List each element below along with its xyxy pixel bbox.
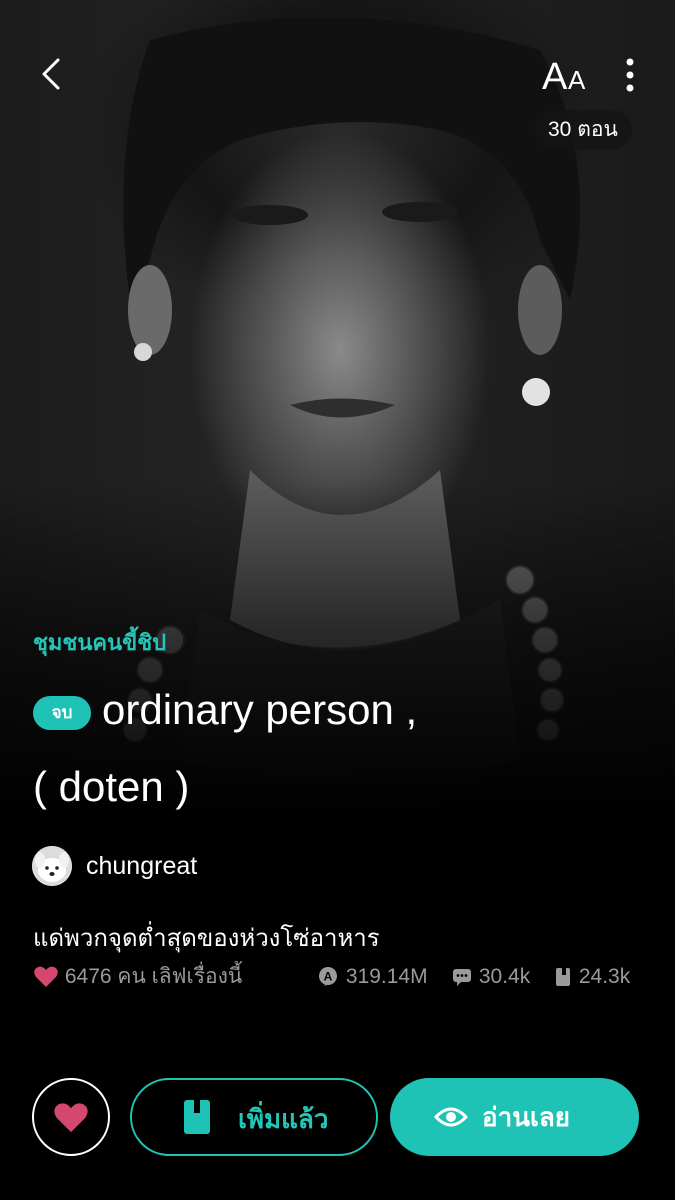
read-button-label: อ่านเลย [482,1102,571,1132]
views-stat: A 319.14M [316,962,428,992]
loves-stat: 6476 คน เลิฟเรื่องนี้ [33,962,242,992]
more-vertical-icon[interactable] [614,50,646,98]
top-bar: A A [0,44,675,104]
views-count: 319.14M [345,965,428,988]
love-button[interactable] [32,1078,110,1156]
category-link[interactable]: ชุมชนคนขี้ชิป [33,625,166,660]
svg-text:A: A [324,970,333,984]
heart-icon [34,967,58,988]
author-name[interactable]: chungreat [86,852,197,881]
story-tagline: แด่พวกจุดต่ำสุดของห่วงโซ่อาหาร [33,925,380,952]
views-icon: A [319,967,337,987]
chevron-left-icon[interactable] [36,50,72,98]
bookmarks-stat: 24.3k [553,962,630,992]
added-to-library-button[interactable]: เพิ่มแล้ว [130,1078,378,1156]
eye-icon [434,1107,468,1127]
bookmarks-count: 24.3k [578,965,631,988]
comments-stat: 30.4k [451,962,530,992]
comment-icon [453,969,471,987]
comments-count: 30.4k [478,965,531,988]
dog-avatar-icon [32,846,72,886]
heart-icon [54,1103,88,1133]
status-badge: จบ [33,696,91,730]
svg-text:A: A [568,65,586,95]
stats-row: 6476 คน เลิฟเรื่องนี้ A 319.14M 30.4k 24… [33,962,643,992]
story-title-line-2: ( doten ) [33,763,190,810]
bookmark-book-icon [184,1100,210,1134]
font-size-icon[interactable]: A A [540,52,596,96]
read-now-button[interactable]: อ่านเลย [390,1078,639,1156]
svg-text:A: A [542,56,568,96]
loves-count: 6476 คน เลิฟเรื่องนี้ [64,965,243,988]
episodes-count-badge: 30 ตอน [534,110,632,150]
avatar[interactable] [32,846,72,886]
book-icon [556,968,570,987]
added-button-label: เพิ่มแล้ว [238,1104,329,1134]
story-title-line-1: ordinary person , [102,686,418,733]
